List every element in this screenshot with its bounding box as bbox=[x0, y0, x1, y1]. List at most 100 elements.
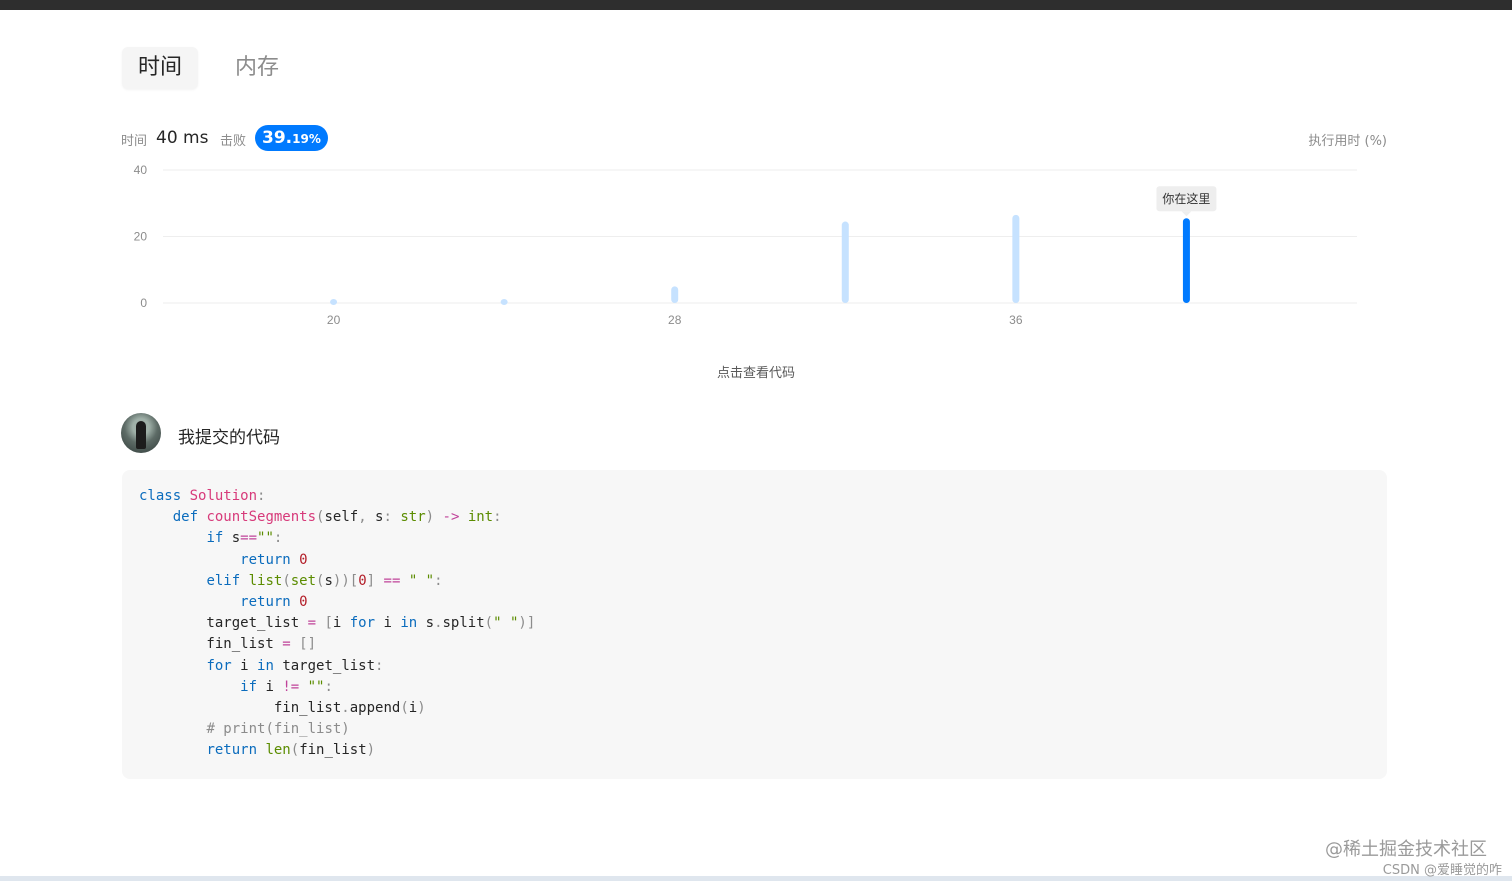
code-token: "" bbox=[307, 678, 325, 695]
time-label: 时间 bbox=[121, 134, 148, 149]
beats-decimal: 19% bbox=[292, 132, 321, 146]
code-token: s bbox=[366, 509, 384, 526]
code-token: i bbox=[332, 615, 350, 632]
tab-memory[interactable]: 内存 bbox=[219, 47, 295, 89]
csdn-watermark: CSDN @爱睡觉的咋 bbox=[1382, 863, 1502, 878]
beats-percentage-badge: 39.19% bbox=[255, 125, 328, 151]
code-token: : bbox=[434, 572, 443, 589]
code-token: # print(fin_list) bbox=[206, 721, 350, 738]
code-token: != bbox=[282, 678, 300, 695]
code-token: [ bbox=[324, 615, 333, 632]
code-token: . bbox=[434, 615, 443, 632]
code-token: in bbox=[400, 615, 418, 632]
code-token: " " bbox=[408, 572, 435, 589]
code-token: self bbox=[324, 509, 359, 526]
x-tick-label: 28 bbox=[668, 313, 682, 327]
code-token: "" bbox=[257, 530, 274, 547]
bar bbox=[1012, 214, 1020, 303]
code-token: for bbox=[206, 657, 232, 674]
tab-time[interactable]: 时间 bbox=[122, 47, 199, 89]
code-token: ] bbox=[366, 572, 376, 589]
bar bbox=[330, 299, 338, 306]
view-code-link[interactable]: 点击查看代码 bbox=[0, 362, 1512, 381]
code-token: fin_list bbox=[139, 636, 283, 653]
tooltip-text: 你在这里 bbox=[1162, 191, 1210, 206]
beats-main: 39. bbox=[262, 128, 293, 148]
code-block[interactable]: class Solution: def countSegments(self, … bbox=[122, 470, 1387, 779]
code-token: == bbox=[240, 530, 258, 547]
code-token: class bbox=[139, 488, 182, 504]
code-token: if bbox=[240, 678, 258, 695]
code-token: : bbox=[257, 488, 266, 504]
avatar-figure bbox=[136, 421, 146, 449]
code-token: split bbox=[442, 615, 485, 632]
tooltip-arrow bbox=[1181, 211, 1192, 217]
code-token: s bbox=[324, 572, 333, 589]
y-tick-label: 40 bbox=[134, 163, 148, 177]
code-token: )) bbox=[332, 572, 350, 589]
code-token: -> bbox=[442, 509, 460, 526]
code-token: . bbox=[341, 700, 350, 717]
code-token: for bbox=[349, 615, 376, 632]
juejin-watermark: @稀土掘金技术社区 bbox=[1325, 839, 1487, 860]
y-tick-label: 0 bbox=[140, 296, 147, 310]
code-token: int bbox=[467, 509, 494, 526]
code-token: = bbox=[282, 636, 291, 653]
code-token: [] bbox=[299, 636, 317, 653]
window-top-bar bbox=[0, 0, 1512, 10]
chart-legend-label: 执行用时 (%) bbox=[1308, 134, 1387, 149]
code-token: if bbox=[206, 530, 224, 547]
code-token: elif bbox=[206, 572, 241, 589]
code-token: target_list bbox=[273, 657, 376, 674]
code-token: ( bbox=[400, 700, 409, 717]
x-tick-label: 20 bbox=[327, 313, 341, 327]
code-token: [ bbox=[349, 572, 359, 589]
code-token: set bbox=[290, 572, 317, 589]
code-token: Solution bbox=[189, 488, 258, 504]
avatar bbox=[121, 413, 161, 453]
code-token: append bbox=[349, 700, 401, 717]
code-token: return bbox=[240, 551, 291, 568]
code-token: in bbox=[257, 657, 274, 674]
code-token: ( bbox=[484, 615, 494, 632]
code-token: i bbox=[257, 678, 283, 695]
code-token: = bbox=[307, 615, 317, 632]
code-token: fin_list bbox=[299, 742, 367, 759]
code-token: def bbox=[172, 509, 199, 526]
bar bbox=[500, 299, 508, 306]
code-token: )] bbox=[518, 615, 536, 632]
code-token: str bbox=[400, 509, 426, 526]
code-token: 0 bbox=[299, 551, 308, 568]
code-token: ( bbox=[290, 742, 300, 759]
code-token: : bbox=[273, 530, 283, 547]
time-value: 40 ms bbox=[156, 128, 209, 148]
bar bbox=[671, 286, 679, 303]
code-token: len bbox=[265, 742, 291, 759]
submission-title: 我提交的代码 bbox=[178, 428, 280, 448]
code-token: i bbox=[375, 615, 401, 632]
code-token: ( bbox=[282, 572, 291, 589]
code-token: ) bbox=[417, 700, 426, 717]
bar bbox=[841, 221, 849, 303]
code-token: : bbox=[324, 678, 333, 695]
x-tick-label: 36 bbox=[1009, 313, 1023, 327]
code-token: fin_list bbox=[139, 700, 342, 717]
